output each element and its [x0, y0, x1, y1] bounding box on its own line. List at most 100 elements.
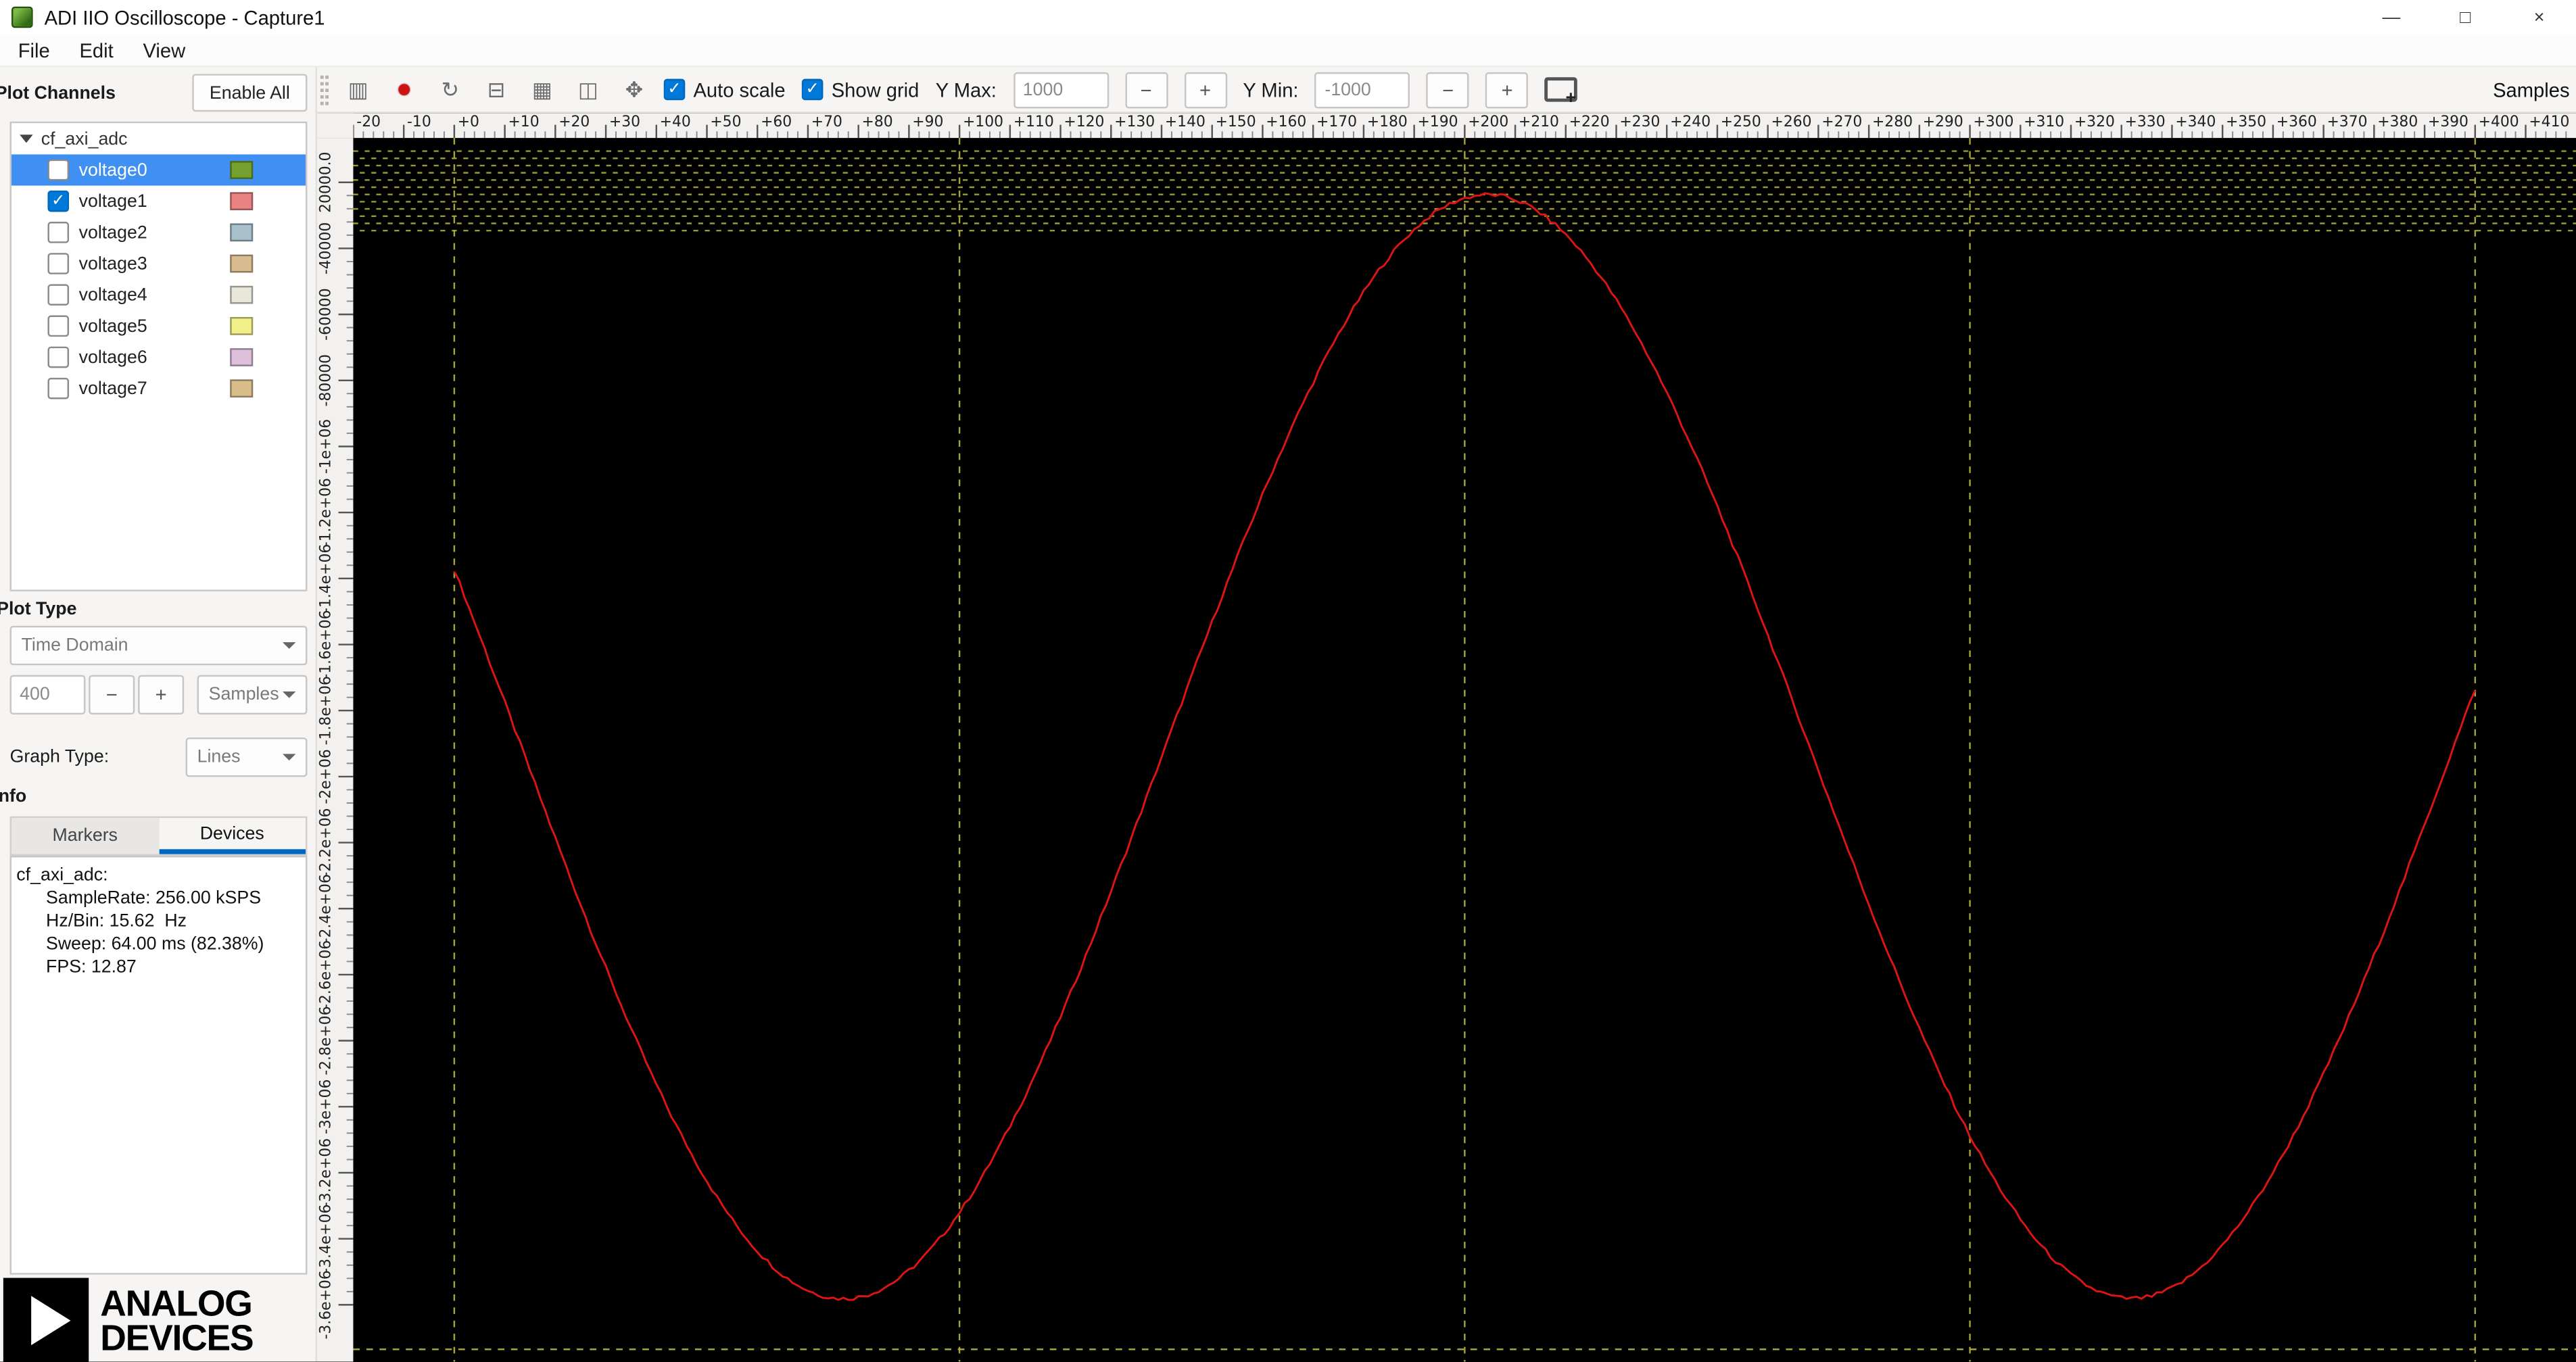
svg-text:-80000: -80000 [317, 354, 334, 406]
channel-row-voltage0[interactable]: voltage0 [11, 154, 306, 186]
y-axis-ruler: 20000.0 -40000 -60000 -80000 -1e+06 -1.2e+06-… [316, 138, 354, 1362]
y-min-plus-button[interactable]: + [1485, 71, 1529, 108]
snapshot-button[interactable]: ◫ [575, 73, 602, 106]
svg-text:-2.6e+06: -2.6e+06 [317, 940, 334, 1009]
y-max-input[interactable] [1013, 71, 1109, 108]
pan-button[interactable]: ✥ [621, 73, 648, 106]
enable-all-button[interactable]: Enable All [192, 74, 308, 112]
channel-color-swatch[interactable] [230, 161, 254, 179]
show-grid-checkbox[interactable]: ✓ [801, 78, 824, 101]
tab-devices[interactable]: Devices [158, 818, 306, 854]
svg-text:-10: -10 [407, 114, 431, 130]
capture-button[interactable]: ● [391, 73, 417, 106]
sample-unit-dropdown[interactable]: Samples [197, 675, 308, 715]
toolbar-grip[interactable] [320, 74, 329, 105]
svg-text:+0: +0 [458, 114, 479, 130]
y-max-label: Y Max: [935, 78, 997, 101]
channel-color-swatch[interactable] [230, 254, 254, 273]
plot-canvas[interactable] [353, 138, 2576, 1362]
channel-row-voltage1[interactable]: ✓ voltage1 [11, 186, 306, 217]
svg-text:+300: +300 [1973, 114, 2013, 130]
svg-text:+380: +380 [2377, 114, 2418, 130]
plot-type-dropdown[interactable]: Time Domain [9, 625, 308, 666]
graph-type-dropdown[interactable]: Lines [185, 737, 308, 777]
channel-tree: cf_axi_adc voltage0 ✓ voltage1 voltage2 volt… [9, 121, 308, 591]
channel-row-voltage4[interactable]: voltage4 [11, 279, 306, 310]
channel-label: voltage2 [78, 222, 147, 243]
channel-color-swatch[interactable] [230, 192, 254, 211]
svg-text:+130: +130 [1114, 114, 1155, 130]
info-section-label: Info [0, 786, 27, 807]
channel-color-swatch[interactable] [230, 316, 254, 335]
samples-header-label: Samples [2493, 78, 2570, 101]
svg-text:+390: +390 [2428, 114, 2468, 130]
svg-text:+340: +340 [2175, 114, 2216, 130]
channel-checkbox-voltage1[interactable]: ✓ [47, 190, 70, 212]
svg-text:+230: +230 [1619, 114, 1660, 130]
menu-file[interactable]: File [3, 35, 65, 65]
channel-checkbox-voltage7[interactable] [47, 377, 70, 399]
svg-text:+150: +150 [1216, 114, 1256, 130]
auto-scale-checkbox[interactable]: ✓ [663, 78, 686, 101]
svg-text:+410: +410 [2529, 114, 2569, 130]
channel-color-swatch[interactable] [230, 379, 254, 398]
channel-row-voltage5[interactable]: voltage5 [11, 310, 306, 341]
channel-row-voltage7[interactable]: voltage7 [11, 373, 306, 404]
minimize-button[interactable]: — [2354, 0, 2428, 34]
y-min-label: Y Min: [1243, 78, 1299, 101]
svg-text:+350: +350 [2226, 114, 2266, 130]
auto-scale-label: Auto scale [693, 78, 786, 101]
tree-expander-icon[interactable] [20, 135, 33, 143]
sample-count-input[interactable] [9, 675, 86, 715]
channel-row-voltage6[interactable]: voltage6 [11, 341, 306, 372]
svg-text:-3.2e+06: -3.2e+06 [317, 1138, 334, 1207]
x-axis-ruler: -20 -10 +0 +10 +20 +30 +40 +50 +60 +70 +80 +90 +100 +… [316, 113, 2576, 139]
sample-count-plus-button[interactable]: + [138, 675, 185, 715]
svg-text:+160: +160 [1266, 114, 1306, 130]
svg-text:+50: +50 [710, 114, 741, 130]
capture-list-icon[interactable]: ▥ [345, 73, 371, 106]
tile-windows-button[interactable]: ▦ [529, 73, 555, 106]
channel-row-voltage2[interactable]: voltage2 [11, 217, 306, 248]
menu-view[interactable]: View [128, 35, 200, 65]
channel-checkbox-voltage6[interactable] [47, 346, 70, 368]
y-min-input[interactable] [1314, 71, 1410, 108]
titlebar: ADI IIO Oscilloscope - Capture1 — □ × [0, 0, 2576, 35]
chevron-down-icon [282, 691, 296, 698]
refresh-button[interactable]: ↻ [437, 73, 463, 106]
channel-checkbox-voltage5[interactable] [47, 315, 70, 337]
channel-color-swatch[interactable] [230, 223, 254, 242]
auto-scale-group: ✓ Auto scale [663, 78, 786, 101]
plot-type-label: Plot Type [0, 599, 77, 620]
graph-type-value: Lines [197, 747, 241, 767]
channel-checkbox-voltage4[interactable] [47, 284, 70, 306]
channel-label: voltage6 [78, 347, 147, 368]
tree-group-cf_axi_adc[interactable]: cf_axi_adc [11, 123, 306, 154]
new-plot-button[interactable]: + [1545, 77, 1578, 108]
sample-count-minus-button[interactable]: − [89, 675, 135, 715]
channel-checkbox-voltage0[interactable] [47, 159, 70, 181]
channel-label: voltage5 [78, 316, 147, 336]
y-min-minus-button[interactable]: − [1427, 71, 1470, 108]
channel-label: voltage0 [78, 160, 147, 180]
measure-button[interactable]: ⊟ [483, 73, 509, 106]
channel-row-voltage3[interactable]: voltage3 [11, 248, 306, 279]
plot-area: -20 -10 +0 +10 +20 +30 +40 +50 +60 +70 +80 +90 +100 +… [316, 113, 2576, 1362]
channel-color-swatch[interactable] [230, 285, 254, 304]
toolbar: ▥ ● ↻ ⊟ ▦ ◫ ✥ ✓ Auto scale ✓ Show grid Y Max: … [316, 67, 2576, 114]
svg-text:+360: +360 [2276, 114, 2317, 130]
maximize-button[interactable]: □ [2429, 0, 2502, 34]
svg-text:-1.8e+06: -1.8e+06 [317, 676, 334, 745]
tab-markers[interactable]: Markers [11, 818, 159, 854]
menu-edit[interactable]: Edit [65, 35, 128, 65]
adi-triangle-icon [31, 1296, 71, 1346]
y-max-plus-button[interactable]: + [1183, 71, 1227, 108]
adi-logo-text: ANALOG DEVICES [100, 1282, 254, 1359]
y-max-minus-button[interactable]: − [1124, 71, 1168, 108]
channel-checkbox-voltage2[interactable] [47, 222, 70, 243]
svg-text:+400: +400 [2479, 114, 2519, 130]
close-button[interactable]: × [2502, 0, 2576, 34]
channel-color-swatch[interactable] [230, 348, 254, 366]
channel-checkbox-voltage3[interactable] [47, 253, 70, 274]
svg-text:+20: +20 [558, 114, 590, 130]
